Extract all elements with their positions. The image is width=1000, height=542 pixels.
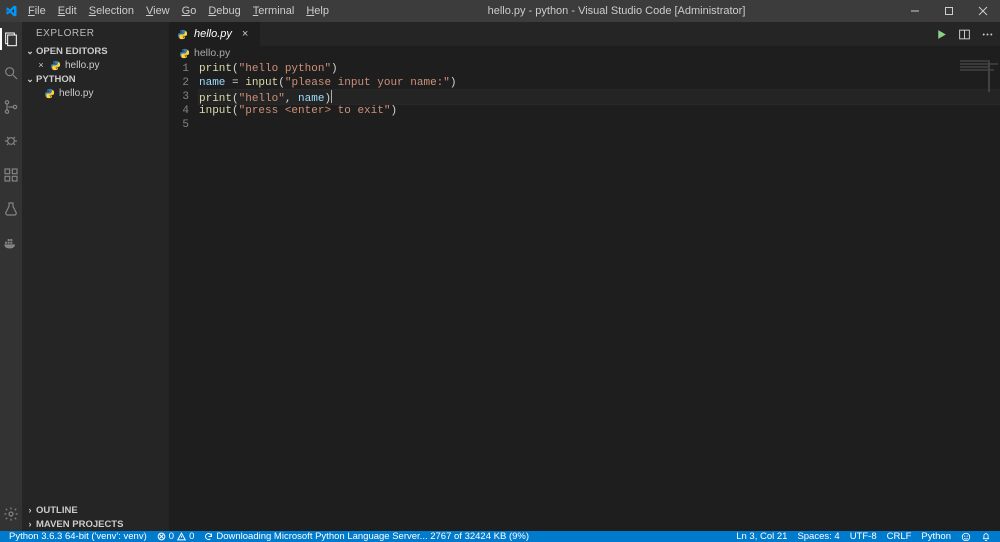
maximize-button[interactable] [932, 0, 966, 22]
code-line[interactable]: print("hello python") [199, 62, 1000, 76]
chevron-down-icon: ⌄ [24, 74, 36, 85]
file-label: hello.py [59, 88, 93, 99]
menu-view[interactable]: View [140, 0, 176, 22]
maven-header[interactable]: › MAVEN PROJECTS [22, 517, 169, 531]
open-editors-header[interactable]: ⌄ OPEN EDITORS [22, 44, 169, 58]
status-bar: Python 3.6.3 64-bit ('venv': venv) 0 0 D… [0, 531, 1000, 542]
status-spaces[interactable]: Spaces: 4 [792, 531, 844, 542]
code-editor[interactable]: 12345 print("hello python")name = input(… [169, 60, 1000, 531]
activity-search-icon[interactable] [0, 62, 22, 84]
title-bar: File Edit Selection View Go Debug Termin… [0, 0, 1000, 22]
breadcrumb-file: hello.py [194, 47, 230, 59]
activity-test-icon[interactable] [0, 198, 22, 220]
code-line[interactable]: name = input("please input your name:") [199, 76, 1000, 90]
activity-docker-icon[interactable] [0, 232, 22, 254]
activity-debug-icon[interactable] [0, 130, 22, 152]
menu-go[interactable]: Go [176, 0, 203, 22]
more-actions-icon[interactable] [981, 28, 994, 41]
code-line[interactable] [199, 118, 1000, 132]
menu-file[interactable]: File [22, 0, 52, 22]
menu-debug[interactable]: Debug [202, 0, 246, 22]
overview-ruler [988, 62, 990, 92]
editor-tab[interactable]: hello.py × [169, 22, 261, 46]
breadcrumb[interactable]: hello.py [169, 46, 1000, 60]
menu-selection[interactable]: Selection [83, 0, 140, 22]
chevron-right-icon: › [24, 505, 36, 515]
close-button[interactable] [966, 0, 1000, 22]
split-editor-icon[interactable] [958, 28, 971, 41]
explorer-header: EXPLORER [22, 22, 169, 44]
line-gutter: 12345 [169, 60, 199, 531]
editor-area: hello.py × hello.py [169, 22, 1000, 531]
activity-settings-icon[interactable] [0, 503, 22, 525]
file-tree-item[interactable]: hello.py [22, 86, 169, 100]
menu-bar: File Edit Selection View Go Debug Termin… [22, 0, 335, 22]
menu-edit[interactable]: Edit [52, 0, 83, 22]
tab-close-icon[interactable]: × [238, 28, 252, 40]
code-line[interactable]: input("press <enter> to exit") [199, 104, 1000, 118]
status-ln-col[interactable]: Ln 3, Col 21 [731, 531, 792, 542]
status-encoding[interactable]: UTF-8 [845, 531, 882, 542]
status-problems[interactable]: 0 0 [152, 531, 200, 542]
menu-help[interactable]: Help [300, 0, 335, 22]
code-content[interactable]: print("hello python")name = input("pleas… [199, 60, 1000, 531]
editor-tabs: hello.py × [169, 22, 1000, 46]
activity-extensions-icon[interactable] [0, 164, 22, 186]
python-file-icon [177, 29, 188, 40]
status-download[interactable]: Downloading Microsoft Python Language Se… [199, 531, 534, 542]
status-python-env[interactable]: Python 3.6.3 64-bit ('venv': venv) [4, 531, 152, 542]
run-button-icon[interactable] [935, 28, 948, 41]
status-eol[interactable]: CRLF [882, 531, 917, 542]
python-file-icon [179, 48, 190, 59]
activity-bar [0, 22, 22, 531]
file-label: hello.py [65, 60, 99, 71]
tab-label: hello.py [194, 28, 232, 40]
status-feedback-icon[interactable] [956, 531, 976, 542]
minimize-button[interactable] [898, 0, 932, 22]
window-title: hello.py - python - Visual Studio Code [… [335, 5, 898, 17]
open-editor-item[interactable]: × hello.py [22, 58, 169, 72]
activity-scm-icon[interactable] [0, 96, 22, 118]
close-icon[interactable]: × [36, 60, 46, 70]
outline-header[interactable]: › OUTLINE [22, 503, 169, 517]
python-file-icon [44, 88, 55, 99]
activity-explorer-icon[interactable] [0, 28, 22, 50]
window-controls [898, 0, 1000, 22]
status-bell-icon[interactable] [976, 531, 996, 542]
workspace-header[interactable]: ⌄ PYTHON [22, 72, 169, 86]
python-file-icon [50, 60, 61, 71]
menu-terminal[interactable]: Terminal [247, 0, 301, 22]
status-language[interactable]: Python [916, 531, 956, 542]
vscode-logo-icon [4, 4, 18, 18]
editor-actions [935, 22, 1000, 46]
code-line[interactable]: print("hello", name) [199, 90, 1000, 104]
minimap[interactable] [960, 60, 1000, 120]
explorer-sidebar: EXPLORER ⌄ OPEN EDITORS × hello.py ⌄ PYTH… [22, 22, 169, 531]
chevron-right-icon: › [24, 519, 36, 529]
chevron-down-icon: ⌄ [24, 46, 36, 57]
